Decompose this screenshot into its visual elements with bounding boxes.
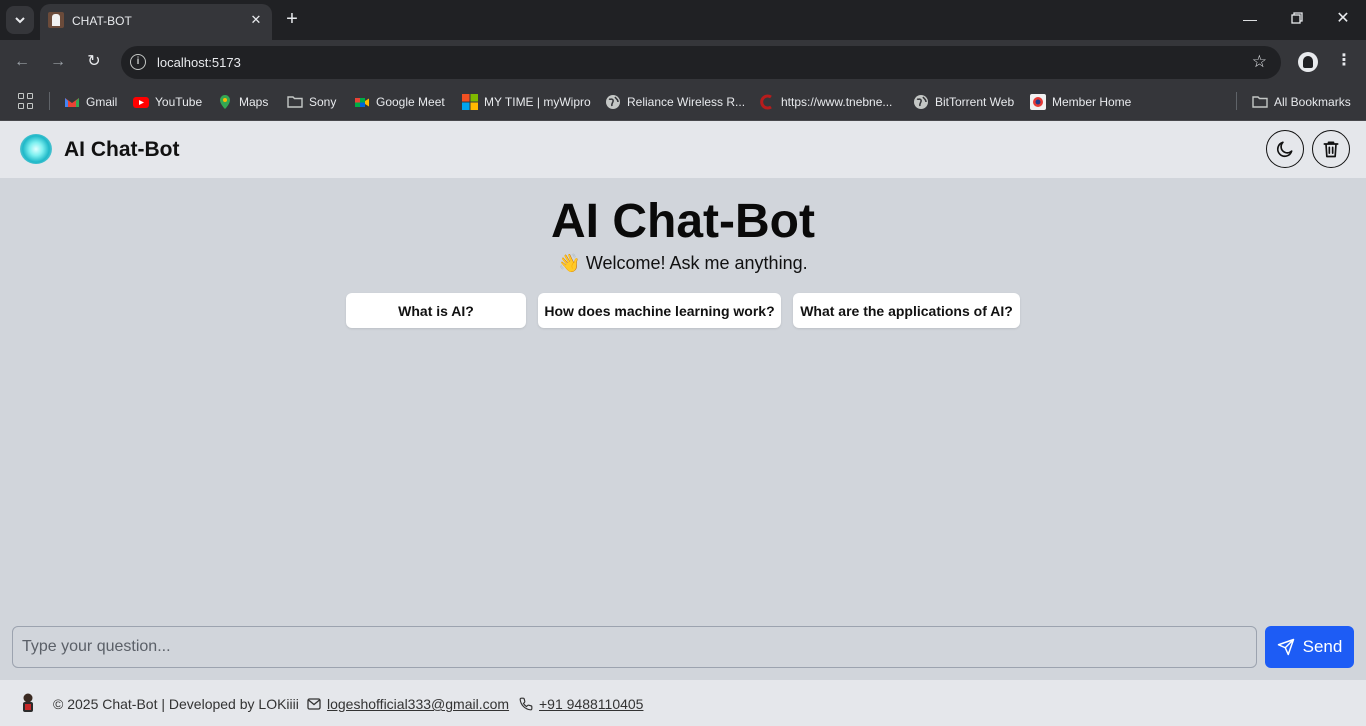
folder-icon xyxy=(287,94,303,110)
browser-tabstrip: CHAT-BOT ✕ + — ✕ xyxy=(0,0,1366,40)
bookmark-youtube[interactable]: YouTube xyxy=(133,93,202,111)
folder-icon xyxy=(1252,94,1268,110)
address-bar[interactable]: i localhost:5173 ☆ xyxy=(121,46,1281,79)
close-window-icon[interactable]: ✕ xyxy=(1333,9,1353,29)
bookmark-label: Google Meet xyxy=(376,95,445,109)
all-bookmarks-button[interactable]: All Bookmarks xyxy=(1252,93,1351,111)
bookmark-tneb[interactable]: https://www.tnebne... xyxy=(759,93,892,111)
send-label: Send xyxy=(1302,637,1343,656)
bookmark-label: Sony xyxy=(309,95,337,109)
bookmark-divider xyxy=(49,92,50,110)
app-footer: © 2025 Chat-Bot | Developed by LOKiiii l… xyxy=(0,680,1366,726)
phone-link[interactable]: +91 9488110405 xyxy=(539,696,643,712)
close-tab-icon[interactable]: ✕ xyxy=(248,12,264,28)
app-logo-icon xyxy=(20,134,52,164)
profile-avatar-icon[interactable] xyxy=(1298,52,1318,72)
bookmark-label: Member Home xyxy=(1052,95,1132,109)
browser-menu-icon[interactable]: ⋮ xyxy=(1334,51,1354,71)
suggestion-chip[interactable]: What are the applications of AI? xyxy=(793,293,1020,328)
address-url: localhost:5173 xyxy=(157,55,241,70)
moon-icon xyxy=(1276,141,1293,158)
footer-phone: +91 9488110405 xyxy=(519,696,643,712)
bookmark-maps[interactable]: Maps xyxy=(217,93,268,111)
gmail-icon xyxy=(64,94,80,110)
bookmark-label: MY TIME | myWipro xyxy=(484,95,591,109)
footer-email: logeshofficial333@gmail.com xyxy=(307,696,509,712)
hero-title: AI Chat-Bot xyxy=(551,195,815,248)
suggestion-chip[interactable]: What is AI? xyxy=(346,293,526,328)
footer-credit: © 2025 Chat-Bot | Developed by LOKiiii xyxy=(53,696,299,712)
globe-icon xyxy=(913,94,929,110)
welcome-message: 👋 Welcome! Ask me anything. xyxy=(558,253,808,273)
bookmark-label: Maps xyxy=(239,95,269,109)
globe-icon xyxy=(605,94,621,110)
all-bookmarks-label: All Bookmarks xyxy=(1274,95,1351,109)
back-icon[interactable]: ← xyxy=(12,52,32,72)
bookmark-label: Reliance Wireless R... xyxy=(627,95,746,109)
app-title: AI Chat-Bot xyxy=(64,138,180,161)
site-info-icon[interactable]: i xyxy=(130,54,146,70)
restore-icon[interactable] xyxy=(1287,9,1307,29)
suggestion-chip[interactable]: How does machine learning work? xyxy=(538,293,781,328)
bookmark-mywipro[interactable]: MY TIME | myWipro xyxy=(462,93,591,111)
bookmark-label: https://www.tnebne... xyxy=(781,95,893,109)
bookmark-divider xyxy=(1236,92,1237,110)
browser-tab[interactable]: CHAT-BOT ✕ xyxy=(40,4,272,40)
microsoft-icon xyxy=(462,94,478,110)
dark-mode-toggle-button[interactable] xyxy=(1266,130,1304,168)
chevron-down-icon xyxy=(15,17,25,24)
member-home-icon xyxy=(1030,94,1046,110)
browser-toolbar: ← → ↻ i localhost:5173 ☆ ⋮ xyxy=(0,40,1366,84)
google-meet-icon xyxy=(354,94,370,110)
bookmark-sony[interactable]: Sony xyxy=(287,93,336,111)
tab-search-button[interactable] xyxy=(6,6,34,34)
minimize-icon[interactable]: — xyxy=(1240,9,1260,29)
trash-icon xyxy=(1323,141,1339,158)
email-link[interactable]: logeshofficial333@gmail.com xyxy=(327,696,509,712)
reload-icon[interactable]: ↻ xyxy=(84,52,104,72)
bookmark-gmail[interactable]: Gmail xyxy=(64,93,117,111)
send-icon xyxy=(1277,638,1294,656)
phone-icon xyxy=(519,697,533,711)
bookmark-reliance[interactable]: Reliance Wireless R... xyxy=(605,93,745,111)
tab-favicon-icon xyxy=(48,12,64,28)
bookmark-member-home[interactable]: Member Home xyxy=(1030,93,1131,111)
bookmark-google-meet[interactable]: Google Meet xyxy=(354,93,445,111)
bookmark-star-icon[interactable]: ☆ xyxy=(1252,52,1267,72)
apps-grid-icon[interactable] xyxy=(18,93,34,109)
app-header: AI Chat-Bot xyxy=(0,121,1366,178)
tab-title: CHAT-BOT xyxy=(72,14,132,28)
question-input[interactable] xyxy=(12,626,1257,668)
chat-area: AI Chat-Bot 👋 Welcome! Ask me anything. … xyxy=(0,178,1366,680)
maps-icon xyxy=(217,94,233,110)
bookmark-label: Gmail xyxy=(86,95,118,109)
tneb-icon xyxy=(759,94,775,110)
clear-chat-button[interactable] xyxy=(1312,130,1350,168)
send-button[interactable]: Send xyxy=(1265,626,1354,668)
forward-icon[interactable]: → xyxy=(48,52,68,72)
new-tab-button[interactable]: + xyxy=(282,9,302,29)
mail-icon xyxy=(307,698,321,710)
youtube-icon xyxy=(133,94,149,110)
bookmark-label: YouTube xyxy=(155,95,203,109)
developer-avatar-icon xyxy=(23,693,33,712)
bookmark-label: BitTorrent Web xyxy=(935,95,1015,109)
bookmark-bittorrent[interactable]: BitTorrent Web xyxy=(913,93,1014,111)
